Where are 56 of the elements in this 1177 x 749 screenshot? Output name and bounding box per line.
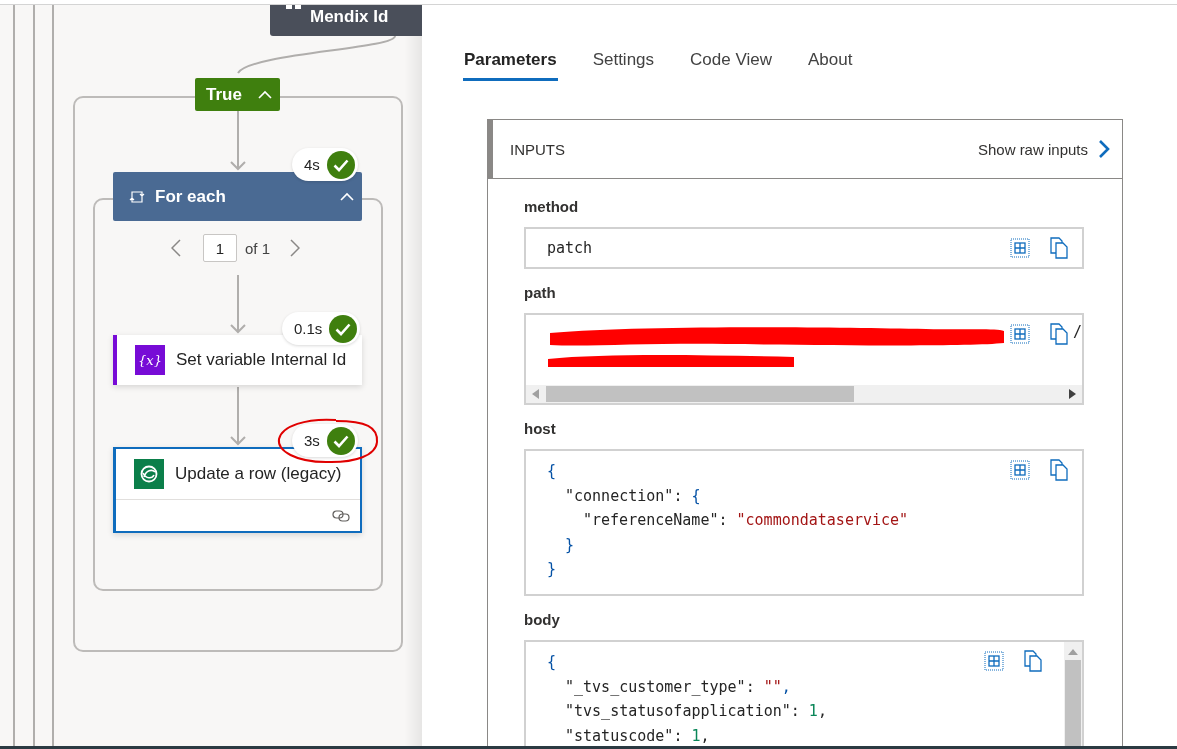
action-title: Update a row (legacy) xyxy=(175,464,342,484)
action-title: Mendix Id xyxy=(310,7,389,26)
duration-text: 3s xyxy=(304,432,320,449)
code-line: { xyxy=(547,461,557,482)
action-title: Set variable Internal Id xyxy=(176,350,347,370)
chevron-right-icon[interactable] xyxy=(290,239,301,257)
table-icon[interactable] xyxy=(1010,324,1030,344)
condition-button[interactable]: True xyxy=(195,78,280,111)
code-line: "tvs_statusofapplication": 1, xyxy=(564,701,827,723)
table-icon[interactable] xyxy=(1010,460,1030,480)
duration-text: 0.1s xyxy=(294,320,323,337)
code-line: "referenceName": "commondataservice" xyxy=(582,510,909,532)
connector-arrow xyxy=(230,386,246,446)
parameter-label: body xyxy=(524,609,561,630)
parameter-label: path xyxy=(524,283,557,303)
copy-icon[interactable] xyxy=(1050,459,1068,481)
parameter-label: method xyxy=(524,197,580,217)
action-card[interactable]: Update a row (legacy) xyxy=(113,447,362,533)
action-card[interactable]: Mendix Id xyxy=(270,5,422,36)
tab[interactable]: About xyxy=(806,46,854,81)
connector-arrow xyxy=(230,110,246,171)
page-count: of 1 xyxy=(245,239,271,257)
loop-header[interactable]: For each xyxy=(113,172,362,221)
code-line: { xyxy=(547,651,557,673)
code-line: } xyxy=(564,534,575,556)
tab[interactable]: Code View xyxy=(689,46,773,81)
action-card[interactable]: {x} Set variable Internal Id xyxy=(113,335,362,385)
duration-text: 4s xyxy=(304,156,320,173)
parameter-value: / xyxy=(1072,323,1082,341)
scroll-right-icon[interactable] xyxy=(1068,389,1076,399)
table-icon[interactable] xyxy=(984,650,1004,671)
scroll-up-icon[interactable] xyxy=(1068,647,1078,656)
show-raw-inputs-link[interactable]: Show raw inputs xyxy=(977,139,1110,159)
code-line: "connection": { xyxy=(564,485,701,507)
link-icon xyxy=(332,509,350,522)
table-icon[interactable] xyxy=(1010,238,1030,258)
copy-icon[interactable] xyxy=(1050,323,1068,345)
chevron-right-icon xyxy=(1098,139,1110,159)
swirl-icon xyxy=(134,459,164,489)
copy-icon[interactable] xyxy=(1024,649,1042,672)
section-title: INPUTS xyxy=(510,140,566,158)
tab[interactable]: Settings xyxy=(591,46,656,81)
copy-icon[interactable] xyxy=(1050,237,1068,259)
page-number-field[interactable]: 1 xyxy=(203,234,237,262)
connector-arrow xyxy=(230,274,246,334)
tab[interactable]: Parameters xyxy=(463,46,558,81)
scroll-left-icon[interactable] xyxy=(532,389,540,399)
code-line: "statuscode": 1, xyxy=(564,725,710,746)
parameter-value: patch xyxy=(546,238,594,259)
horizontal-scrollbar[interactable] xyxy=(526,385,1082,403)
code-line: "_tvs_customer_type": "", xyxy=(564,676,791,698)
loop-icon xyxy=(129,189,145,204)
parameter-label: host xyxy=(524,419,557,439)
code-line: } xyxy=(547,559,557,581)
chevron-left-icon[interactable] xyxy=(171,239,181,257)
variable-icon: {x} xyxy=(135,345,165,375)
